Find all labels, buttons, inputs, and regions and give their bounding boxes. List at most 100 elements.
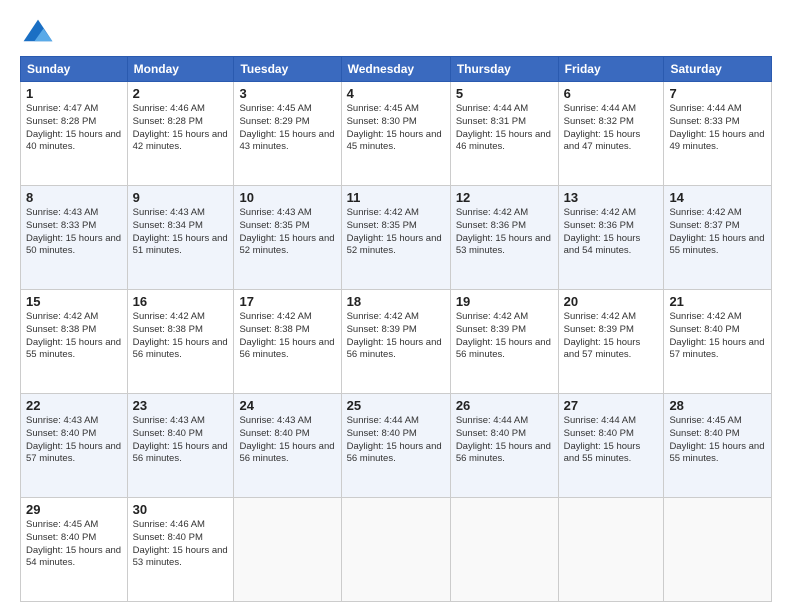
- header: [20, 16, 772, 52]
- day-info: Sunrise: 4:42 AMSunset: 8:39 PMDaylight:…: [564, 311, 659, 362]
- day-info: Sunrise: 4:43 AMSunset: 8:40 PMDaylight:…: [26, 415, 122, 466]
- day-cell-27: 27 Sunrise: 4:44 AMSunset: 8:40 PMDayligh…: [558, 394, 664, 498]
- day-number: 13: [564, 190, 659, 205]
- day-info: Sunrise: 4:42 AMSunset: 8:38 PMDaylight:…: [26, 311, 122, 362]
- day-info: Sunrise: 4:43 AMSunset: 8:35 PMDaylight:…: [239, 207, 335, 258]
- week-row-2: 8 Sunrise: 4:43 AMSunset: 8:33 PMDaylight…: [21, 186, 772, 290]
- day-info: Sunrise: 4:42 AMSunset: 8:38 PMDaylight:…: [239, 311, 335, 362]
- day-info: Sunrise: 4:43 AMSunset: 8:34 PMDaylight:…: [133, 207, 229, 258]
- day-number: 23: [133, 398, 229, 413]
- day-number: 17: [239, 294, 335, 309]
- day-info: Sunrise: 4:45 AMSunset: 8:29 PMDaylight:…: [239, 103, 335, 154]
- day-number: 25: [347, 398, 445, 413]
- day-cell-17: 17 Sunrise: 4:42 AMSunset: 8:38 PMDayligh…: [234, 290, 341, 394]
- day-cell-21: 21 Sunrise: 4:42 AMSunset: 8:40 PMDayligh…: [664, 290, 772, 394]
- day-cell-9: 9 Sunrise: 4:43 AMSunset: 8:34 PMDaylight…: [127, 186, 234, 290]
- day-number: 14: [669, 190, 766, 205]
- day-number: 28: [669, 398, 766, 413]
- col-header-monday: Monday: [127, 57, 234, 82]
- empty-cell: [234, 498, 341, 602]
- day-cell-14: 14 Sunrise: 4:42 AMSunset: 8:37 PMDayligh…: [664, 186, 772, 290]
- day-number: 19: [456, 294, 553, 309]
- week-row-4: 22 Sunrise: 4:43 AMSunset: 8:40 PMDayligh…: [21, 394, 772, 498]
- day-cell-3: 3 Sunrise: 4:45 AMSunset: 8:29 PMDaylight…: [234, 82, 341, 186]
- day-info: Sunrise: 4:44 AMSunset: 8:40 PMDaylight:…: [564, 415, 659, 466]
- col-header-thursday: Thursday: [450, 57, 558, 82]
- day-cell-30: 30 Sunrise: 4:46 AMSunset: 8:40 PMDayligh…: [127, 498, 234, 602]
- empty-cell: [664, 498, 772, 602]
- day-number: 27: [564, 398, 659, 413]
- week-row-1: 1 Sunrise: 4:47 AMSunset: 8:28 PMDaylight…: [21, 82, 772, 186]
- day-cell-11: 11 Sunrise: 4:42 AMSunset: 8:35 PMDayligh…: [341, 186, 450, 290]
- col-header-tuesday: Tuesday: [234, 57, 341, 82]
- day-info: Sunrise: 4:44 AMSunset: 8:33 PMDaylight:…: [669, 103, 766, 154]
- day-cell-20: 20 Sunrise: 4:42 AMSunset: 8:39 PMDayligh…: [558, 290, 664, 394]
- day-cell-1: 1 Sunrise: 4:47 AMSunset: 8:28 PMDaylight…: [21, 82, 128, 186]
- calendar-header-row: SundayMondayTuesdayWednesdayThursdayFrid…: [21, 57, 772, 82]
- day-number: 26: [456, 398, 553, 413]
- day-number: 16: [133, 294, 229, 309]
- day-info: Sunrise: 4:42 AMSunset: 8:39 PMDaylight:…: [456, 311, 553, 362]
- day-number: 30: [133, 502, 229, 517]
- day-cell-7: 7 Sunrise: 4:44 AMSunset: 8:33 PMDaylight…: [664, 82, 772, 186]
- day-number: 18: [347, 294, 445, 309]
- day-info: Sunrise: 4:42 AMSunset: 8:37 PMDaylight:…: [669, 207, 766, 258]
- day-number: 20: [564, 294, 659, 309]
- day-cell-24: 24Sunrise: 4:43 AMSunset: 8:40 PMDayligh…: [234, 394, 341, 498]
- day-number: 8: [26, 190, 122, 205]
- day-info: Sunrise: 4:46 AMSunset: 8:40 PMDaylight:…: [133, 519, 229, 570]
- logo: [20, 16, 60, 52]
- day-info: Sunrise: 4:44 AMSunset: 8:40 PMDaylight:…: [347, 415, 445, 466]
- day-cell-6: 6 Sunrise: 4:44 AMSunset: 8:32 PMDaylight…: [558, 82, 664, 186]
- day-info: Sunrise: 4:42 AMSunset: 8:38 PMDaylight:…: [133, 311, 229, 362]
- day-info: Sunrise: 4:44 AMSunset: 8:31 PMDaylight:…: [456, 103, 553, 154]
- day-info: Sunrise: 4:42 AMSunset: 8:36 PMDaylight:…: [564, 207, 659, 258]
- day-number: 3: [239, 86, 335, 101]
- col-header-wednesday: Wednesday: [341, 57, 450, 82]
- calendar-table: SundayMondayTuesdayWednesdayThursdayFrid…: [20, 56, 772, 602]
- day-info: Sunrise: 4:45 AMSunset: 8:40 PMDaylight:…: [26, 519, 122, 570]
- day-number: 7: [669, 86, 766, 101]
- empty-cell: [450, 498, 558, 602]
- day-info: Sunrise: 4:43 AMSunset: 8:40 PMDaylight:…: [133, 415, 229, 466]
- col-header-saturday: Saturday: [664, 57, 772, 82]
- day-number: 11: [347, 190, 445, 205]
- day-cell-26: 26Sunrise: 4:44 AMSunset: 8:40 PMDayligh…: [450, 394, 558, 498]
- day-cell-16: 16 Sunrise: 4:42 AMSunset: 8:38 PMDayligh…: [127, 290, 234, 394]
- day-info: Sunrise: 4:47 AMSunset: 8:28 PMDaylight:…: [26, 103, 122, 154]
- day-info: Sunrise: 4:42 AMSunset: 8:36 PMDaylight:…: [456, 207, 553, 258]
- day-number: 12: [456, 190, 553, 205]
- day-number: 9: [133, 190, 229, 205]
- day-cell-15: 15Sunrise: 4:42 AMSunset: 8:38 PMDayligh…: [21, 290, 128, 394]
- day-info: Sunrise: 4:45 AMSunset: 8:40 PMDaylight:…: [669, 415, 766, 466]
- day-number: 6: [564, 86, 659, 101]
- day-info: Sunrise: 4:43 AMSunset: 8:33 PMDaylight:…: [26, 207, 122, 258]
- empty-cell: [558, 498, 664, 602]
- day-cell-19: 19 Sunrise: 4:42 AMSunset: 8:39 PMDayligh…: [450, 290, 558, 394]
- day-cell-4: 4Sunrise: 4:45 AMSunset: 8:30 PMDaylight…: [341, 82, 450, 186]
- day-number: 2: [133, 86, 229, 101]
- week-row-3: 15Sunrise: 4:42 AMSunset: 8:38 PMDayligh…: [21, 290, 772, 394]
- day-info: Sunrise: 4:43 AMSunset: 8:40 PMDaylight:…: [239, 415, 335, 466]
- day-number: 1: [26, 86, 122, 101]
- day-cell-22: 22 Sunrise: 4:43 AMSunset: 8:40 PMDayligh…: [21, 394, 128, 498]
- day-info: Sunrise: 4:44 AMSunset: 8:32 PMDaylight:…: [564, 103, 659, 154]
- day-info: Sunrise: 4:42 AMSunset: 8:39 PMDaylight:…: [347, 311, 445, 362]
- col-header-sunday: Sunday: [21, 57, 128, 82]
- day-cell-25: 25 Sunrise: 4:44 AMSunset: 8:40 PMDayligh…: [341, 394, 450, 498]
- day-cell-8: 8 Sunrise: 4:43 AMSunset: 8:33 PMDaylight…: [21, 186, 128, 290]
- day-number: 21: [669, 294, 766, 309]
- day-info: Sunrise: 4:42 AMSunset: 8:35 PMDaylight:…: [347, 207, 445, 258]
- calendar-body: 1 Sunrise: 4:47 AMSunset: 8:28 PMDaylight…: [21, 82, 772, 602]
- day-cell-23: 23 Sunrise: 4:43 AMSunset: 8:40 PMDayligh…: [127, 394, 234, 498]
- day-cell-28: 28 Sunrise: 4:45 AMSunset: 8:40 PMDayligh…: [664, 394, 772, 498]
- day-cell-10: 10Sunrise: 4:43 AMSunset: 8:35 PMDayligh…: [234, 186, 341, 290]
- day-info: Sunrise: 4:42 AMSunset: 8:40 PMDaylight:…: [669, 311, 766, 362]
- day-cell-2: 2Sunrise: 4:46 AMSunset: 8:28 PMDaylight…: [127, 82, 234, 186]
- week-row-5: 29Sunrise: 4:45 AMSunset: 8:40 PMDayligh…: [21, 498, 772, 602]
- day-number: 5: [456, 86, 553, 101]
- col-header-friday: Friday: [558, 57, 664, 82]
- day-cell-13: 13 Sunrise: 4:42 AMSunset: 8:36 PMDayligh…: [558, 186, 664, 290]
- empty-cell: [341, 498, 450, 602]
- day-number: 22: [26, 398, 122, 413]
